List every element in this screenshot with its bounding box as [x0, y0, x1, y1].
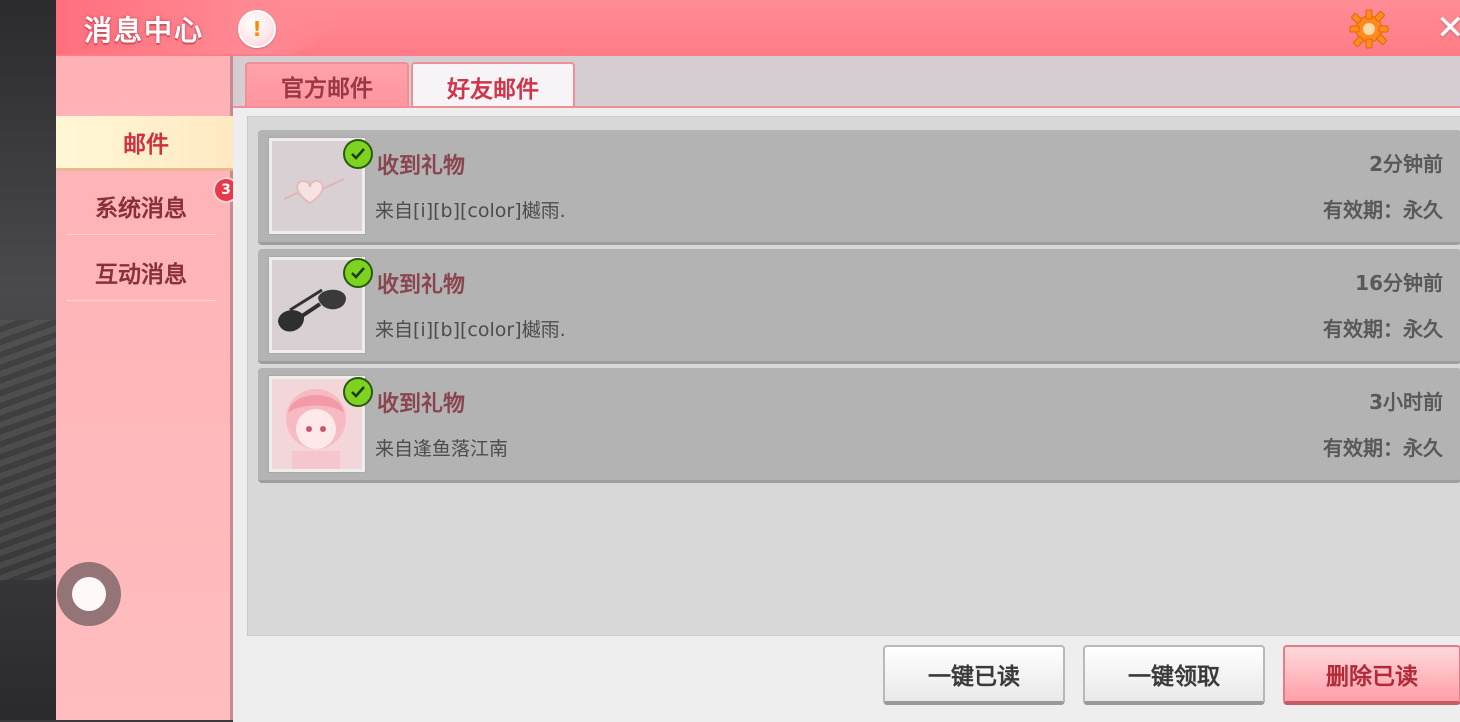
page-title: 消息中心	[84, 14, 205, 47]
mail-time: 3小时前	[1369, 390, 1443, 414]
mail-sender: 来自逢鱼落江南	[375, 438, 509, 460]
assist-dot-icon	[72, 577, 106, 611]
check-icon	[343, 258, 373, 288]
mail-expiry: 有效期：永久	[1323, 198, 1443, 222]
mark-all-read-button[interactable]: 一键已读	[883, 645, 1065, 705]
main-panel: 官方邮件 好友邮件 收到礼物 来自[i][b][color]樾雨. 2分钟前 有…	[233, 56, 1460, 722]
mail-sender: 来自[i][b][color]樾雨.	[375, 319, 566, 341]
mail-expiry: 有效期：永久	[1323, 436, 1443, 460]
sunglasses-icon	[269, 257, 373, 353]
check-icon	[343, 377, 373, 407]
delete-read-button[interactable]: 删除已读	[1283, 645, 1460, 705]
heart-glasses-icon	[269, 138, 373, 234]
check-icon	[343, 139, 373, 169]
sidebar-item-system-messages[interactable]: 系统消息	[66, 178, 216, 235]
background-roof	[0, 320, 56, 580]
sidebar-item-label: 系统消息	[95, 196, 187, 222]
header-bar: 消息中心 ! ✕	[56, 0, 1460, 58]
tab-friend-mail[interactable]: 好友邮件	[411, 62, 575, 110]
mail-time: 16分钟前	[1355, 271, 1443, 295]
mail-item[interactable]: 收到礼物 来自逢鱼落江南 3小时前 有效期：永久	[258, 368, 1460, 483]
close-icon[interactable]: ✕	[1436, 10, 1460, 46]
claim-all-button[interactable]: 一键领取	[1083, 645, 1265, 705]
sidebar-item-label: 邮件	[123, 132, 169, 158]
sidebar-item-interaction-messages[interactable]: 互动消息	[66, 244, 216, 301]
info-icon[interactable]: !	[238, 10, 276, 48]
mail-title: 收到礼物	[377, 154, 466, 179]
mail-expiry: 有效期：永久	[1323, 317, 1443, 341]
mail-list[interactable]: 收到礼物 来自[i][b][color]樾雨. 2分钟前 有效期：永久 收到礼物…	[247, 116, 1460, 636]
mail-item[interactable]: 收到礼物 来自[i][b][color]樾雨. 16分钟前 有效期：永久	[258, 249, 1460, 364]
mail-title: 收到礼物	[377, 273, 466, 298]
title-plate: 消息中心 !	[56, 0, 336, 54]
sidebar-item-label: 互动消息	[95, 262, 187, 288]
floating-assist-button[interactable]	[57, 562, 121, 626]
gear-icon[interactable]	[1348, 8, 1390, 50]
sidebar-item-mail[interactable]: 邮件	[56, 116, 236, 168]
mail-time: 2分钟前	[1369, 152, 1443, 176]
avatar-portrait-icon	[269, 376, 373, 472]
tab-official-mail[interactable]: 官方邮件	[245, 62, 409, 108]
mail-sender: 来自[i][b][color]樾雨.	[375, 200, 566, 222]
game-background	[0, 0, 56, 720]
mail-title: 收到礼物	[377, 392, 466, 417]
mail-item[interactable]: 收到礼物 来自[i][b][color]樾雨. 2分钟前 有效期：永久	[258, 130, 1460, 245]
